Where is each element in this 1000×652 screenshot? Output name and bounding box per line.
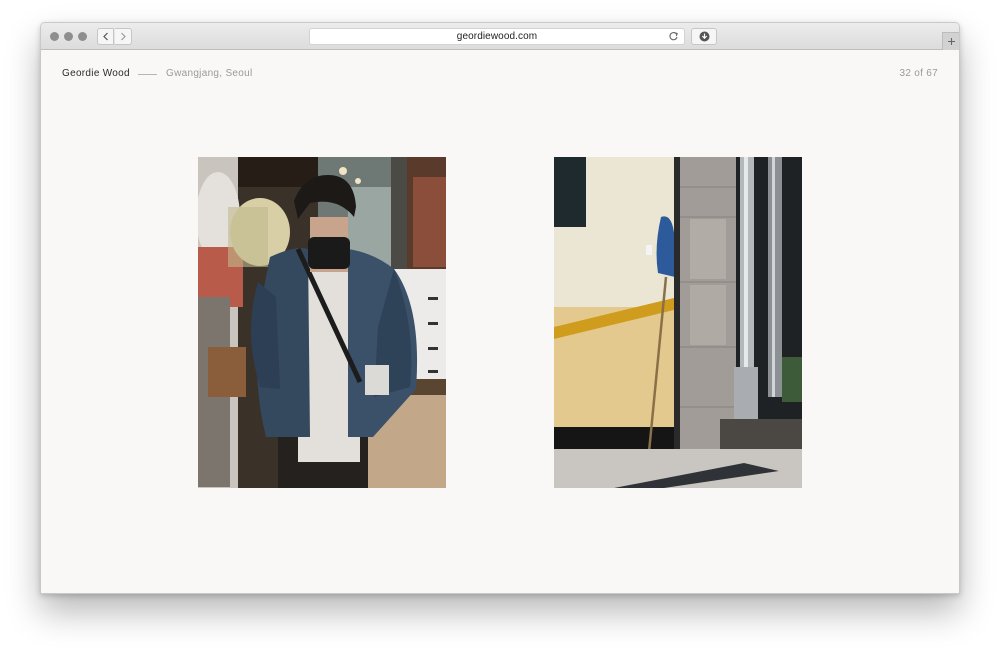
browser-toolbar: geordiewood.com (41, 23, 959, 50)
site-header: Geordie Wood Gwangjang, Seoul 32 of 67 (41, 50, 959, 90)
new-tab-button[interactable] (942, 32, 959, 50)
photo-location: Gwangjang, Seoul (166, 68, 253, 79)
close-window-button[interactable] (50, 32, 59, 41)
screenshot-stage: geordiewood.com Geordie Wood Gwangjang, … (0, 0, 1000, 652)
address-bar[interactable]: geordiewood.com (309, 28, 685, 45)
minimize-window-button[interactable] (64, 32, 73, 41)
browser-window: geordiewood.com Geordie Wood Gwangjang, … (40, 22, 960, 594)
download-icon (699, 31, 709, 42)
back-button[interactable] (97, 28, 114, 45)
photo-street-corner[interactable] (554, 157, 802, 488)
chevron-left-icon (102, 32, 108, 41)
address-text: geordiewood.com (456, 31, 538, 42)
header-divider (138, 74, 157, 75)
plus-icon (947, 38, 955, 45)
forward-button[interactable] (115, 28, 132, 45)
zoom-window-button[interactable] (78, 32, 87, 41)
chevron-right-icon (121, 32, 126, 41)
site-name-link[interactable]: Geordie Wood (62, 68, 130, 79)
downloads-button[interactable] (691, 28, 717, 45)
photo-counter: 32 of 67 (899, 68, 938, 79)
reload-icon[interactable] (668, 31, 679, 42)
photo-portrait[interactable] (198, 157, 446, 488)
